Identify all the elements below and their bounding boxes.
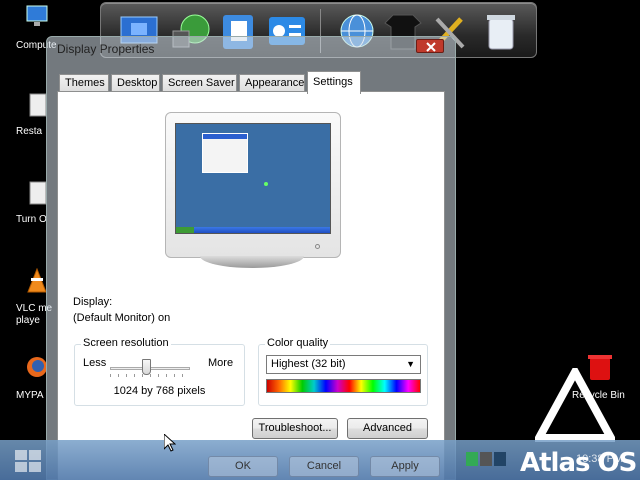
resolution-value: 1024 by 768 pixels [113,385,206,397]
close-icon [426,42,436,52]
tray-network-icon[interactable] [466,452,478,466]
vlc-cone-icon [27,268,47,293]
display-value: (Default Monitor) on [73,312,171,324]
cancel-button[interactable]: Cancel [289,456,359,477]
monitor-stand [200,256,304,268]
dock-item-recycle[interactable] [479,9,523,53]
screen-resolution-title: Screen resolution [81,337,171,349]
monitor-preview [165,112,341,258]
desktop-icon-label: Resta [16,126,43,137]
restart-icon [29,93,47,117]
resolution-less-label: Less [83,357,107,369]
advanced-button[interactable]: Advanced [347,418,428,439]
taskbar-clock[interactable]: 10:38 PM [576,453,623,465]
troubleshoot-button[interactable]: Troubleshoot... [252,418,338,439]
apply-button[interactable]: Apply [370,456,440,477]
color-quality-select[interactable]: Highest (32 bit) ▼ [266,355,421,374]
preview-cursor [264,182,268,186]
resolution-slider[interactable] [110,357,190,379]
window-title: Display Properties [57,42,155,56]
display-label: Display: [73,296,113,308]
windows-logo-icon [15,450,41,472]
color-quality-selected: Highest (32 bit) [271,358,346,370]
color-quality-group: Color quality Highest (32 bit) ▼ [258,337,428,406]
tray-media-icon[interactable] [480,452,492,466]
preview-taskbar [176,227,330,233]
preview-window [202,133,248,173]
color-spectrum-bar [266,379,421,393]
start-button[interactable] [12,446,44,476]
power-icon [29,181,47,205]
atlas-logo-icon [535,368,615,442]
display-properties-window: Display Properties Themes Desktop Screen… [46,36,456,480]
slider-ticks [110,374,190,377]
tab-settings[interactable]: Settings [307,71,361,94]
close-button[interactable] [416,39,444,53]
slider-thumb[interactable] [142,359,151,375]
trash-icon [487,15,515,50]
screen-resolution-group: Screen resolution Less More 1024 by 768 … [74,337,245,406]
chevron-down-icon: ▼ [406,359,415,369]
ok-button[interactable]: OK [208,456,278,477]
mouse-cursor-icon [164,434,176,452]
tray-display-icon[interactable] [494,452,506,466]
tray-icons [466,452,522,468]
color-quality-title: Color quality [265,337,331,349]
resolution-more-label: More [208,357,234,369]
firefox-icon [27,357,47,377]
monitor-screen [175,123,331,234]
settings-panel: Display: (Default Monitor) on Screen res… [57,91,445,480]
computer-icon [26,5,48,26]
monitor-power-led [315,244,320,249]
desktop-icon-label: MYPA [16,390,44,401]
desktop-icon-label: Turn O [16,214,47,225]
